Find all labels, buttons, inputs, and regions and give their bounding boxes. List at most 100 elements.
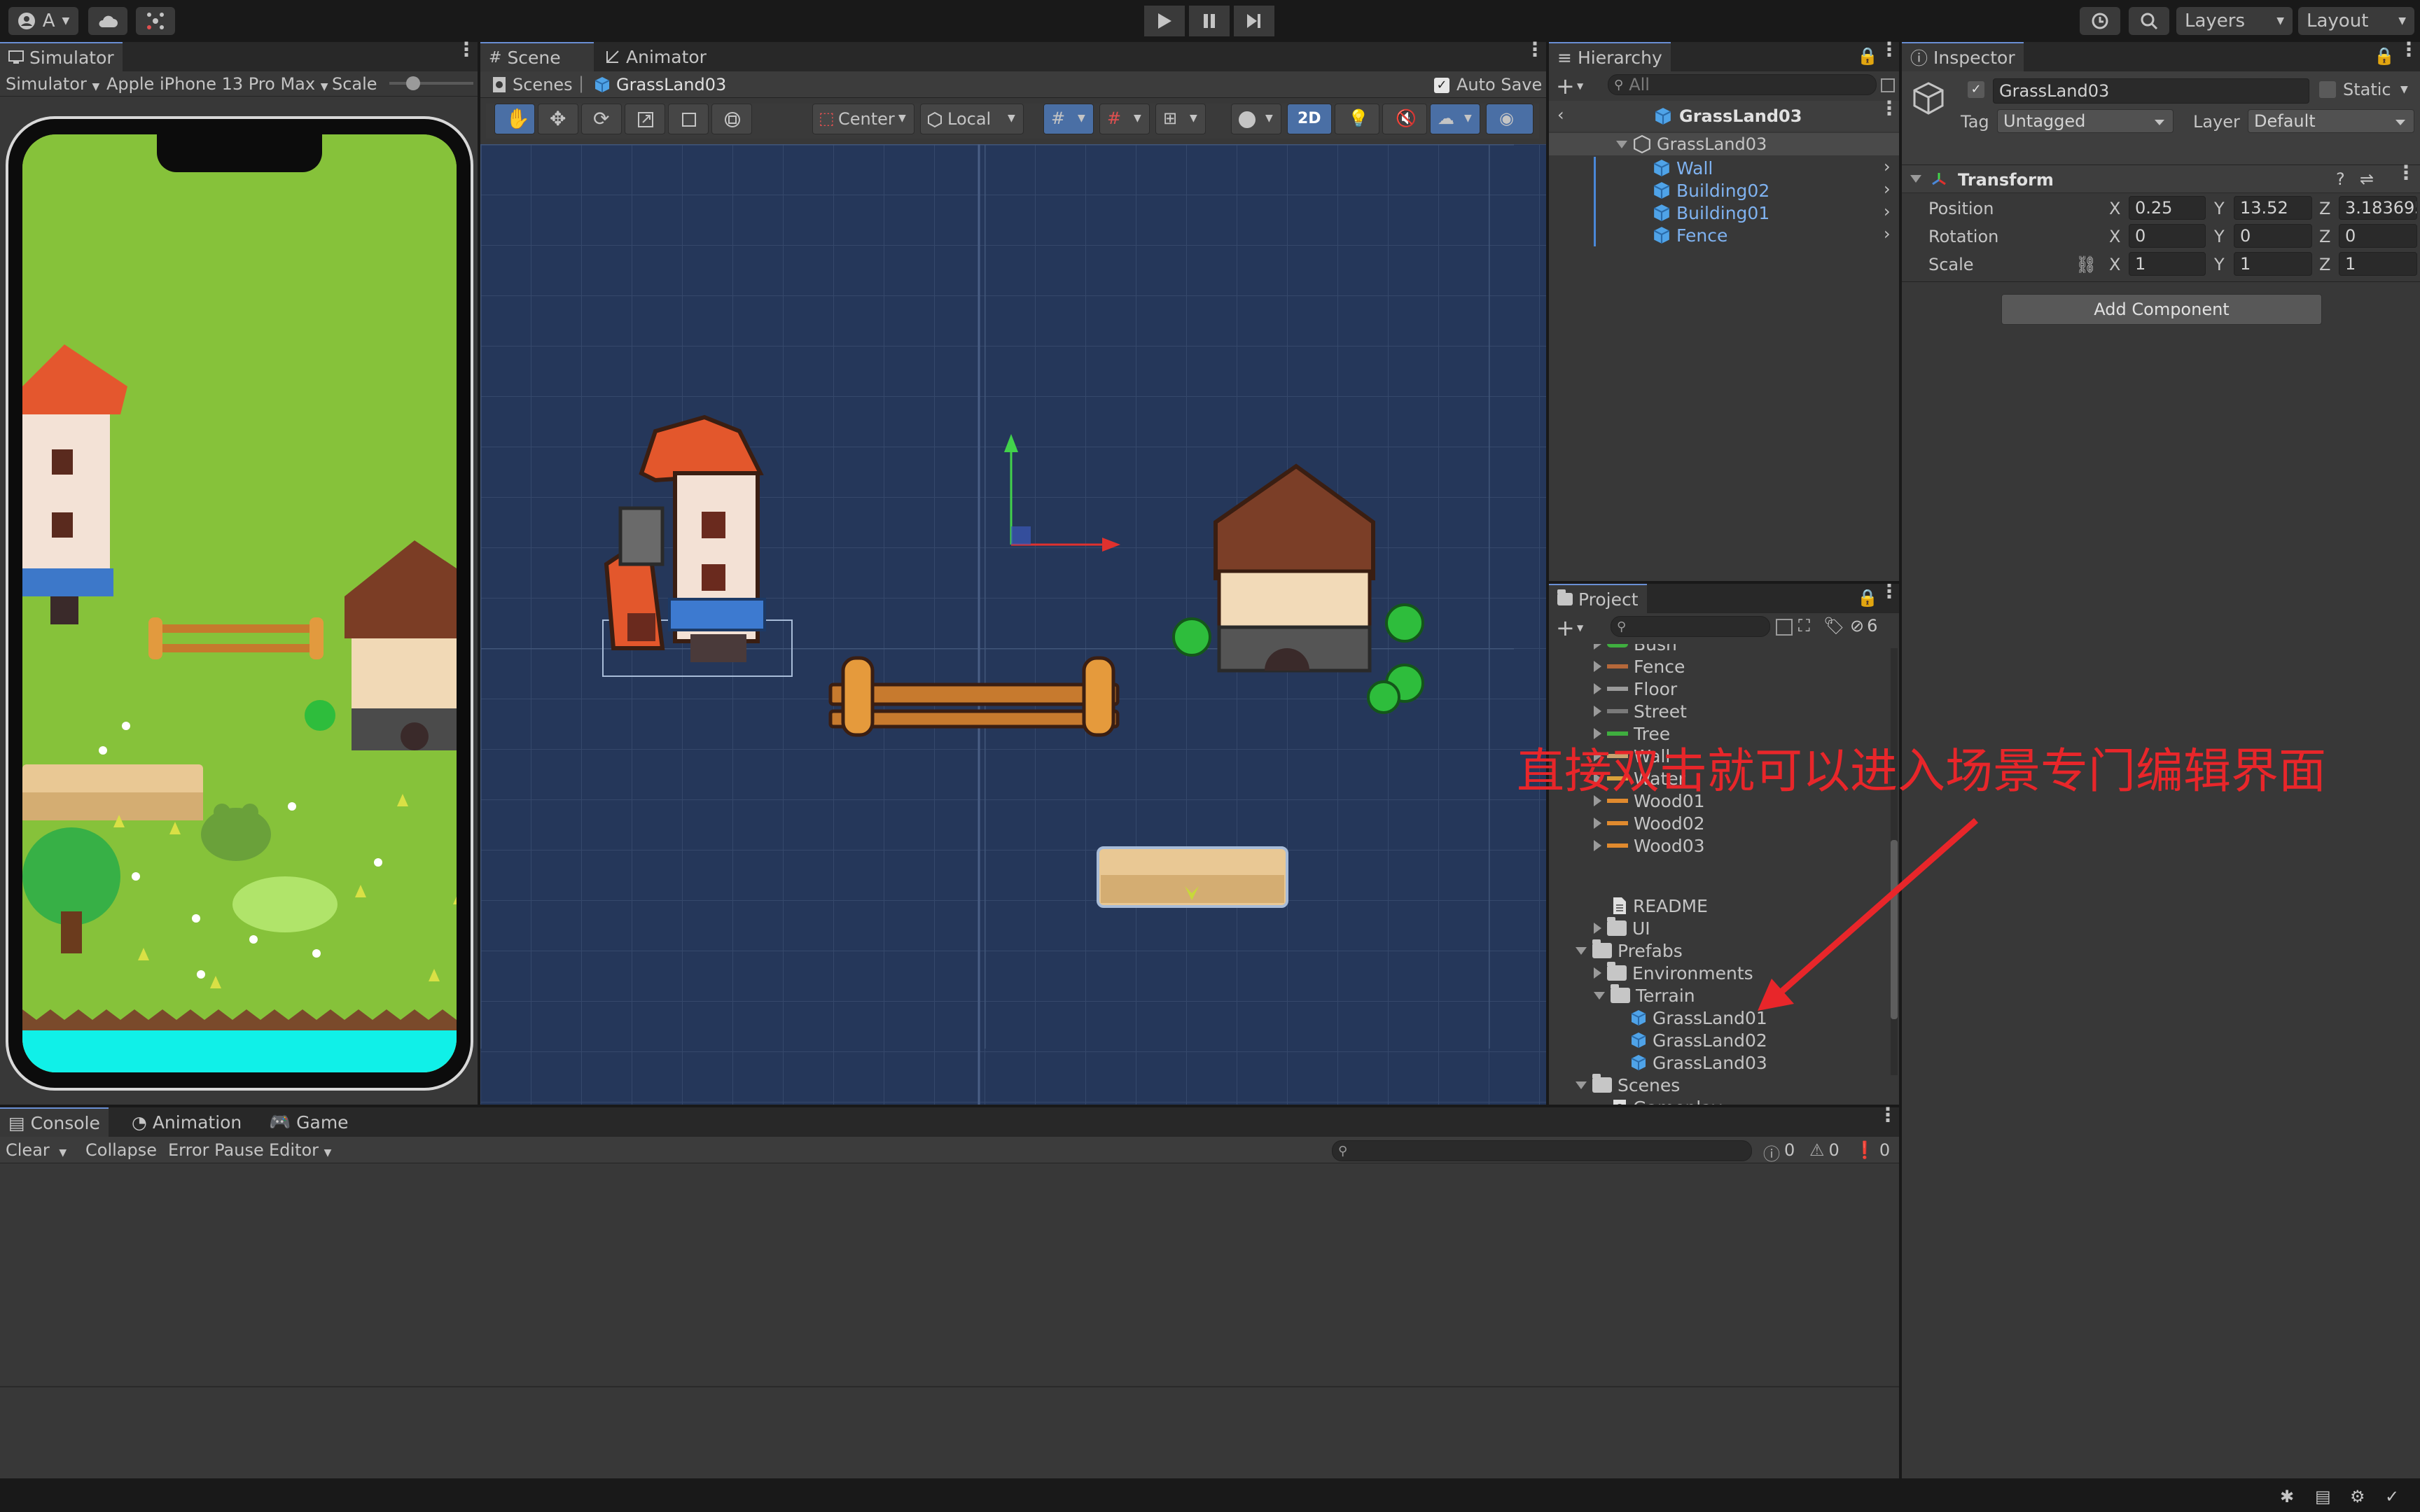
expand-arrow-icon[interactable] [1616, 141, 1627, 148]
lighting-button[interactable]: 💡 [1335, 104, 1379, 134]
pause-button[interactable] [1189, 6, 1230, 36]
hierarchy-item-wall[interactable]: Wall [1653, 157, 1713, 179]
mode-2d-button[interactable]: 2D [1287, 104, 1332, 134]
transform-y-field[interactable]: 1 [2234, 252, 2312, 276]
tab-hierarchy[interactable]: ≡ Hierarchy [1549, 42, 1671, 71]
kebab-menu-icon[interactable]: ⋮ [1525, 40, 1545, 59]
error-pause-button[interactable]: Error Pause [168, 1140, 264, 1160]
tab-game[interactable]: 🎮 Game [260, 1107, 357, 1137]
bug-icon[interactable]: ✱ [2280, 1487, 2294, 1506]
transform-tool-button[interactable] [711, 104, 752, 134]
transform-z-field[interactable]: 0 [2339, 224, 2417, 248]
kebab-menu-icon[interactable]: ⋮ [1878, 1105, 1898, 1125]
project-folder-scenes[interactable]: Scenes [1576, 1074, 1680, 1096]
project-item-grassland02[interactable]: GrassLand02 [1630, 1029, 1767, 1051]
breadcrumb-scenes[interactable]: Scenes [492, 75, 573, 94]
back-chevron-icon[interactable]: ‹ [1557, 105, 1564, 125]
simulator-mode-dropdown[interactable]: Simulator ▼ [6, 74, 99, 94]
collapse-arrow-icon[interactable] [1910, 175, 1921, 183]
play-button[interactable] [1144, 6, 1185, 36]
chevron-right-icon[interactable]: › [1884, 224, 1891, 244]
scene-search-icon[interactable] [1881, 78, 1895, 92]
transform-y-field[interactable]: 0 [2234, 224, 2312, 248]
auto-save-checkbox[interactable]: ✓ [1434, 78, 1449, 93]
auto-generate-icon[interactable]: ⚙ [2350, 1487, 2365, 1506]
scene-viewport[interactable] [480, 144, 1546, 1105]
device-dropdown[interactable]: Apple iPhone 13 Pro Max ▼ [106, 74, 328, 94]
tab-animator[interactable]: Animator [597, 42, 715, 71]
account-dropdown[interactable]: A ▼ [8, 7, 78, 35]
effects-button[interactable]: ☁ ▼ [1430, 104, 1480, 134]
help-icon[interactable]: ? [2336, 169, 2345, 189]
grid-visibility-button[interactable]: # ▼ [1099, 104, 1150, 134]
transform-z-field[interactable]: 3.183695 [2339, 196, 2417, 220]
project-item-floor[interactable]: Floor [1594, 678, 1677, 700]
audio-button[interactable]: 🔇 [1382, 104, 1427, 134]
project-folder-prefabs[interactable]: Prefabs [1576, 939, 1683, 962]
static-checkbox[interactable] [2319, 81, 2336, 98]
lock-icon[interactable]: 🔒 [1857, 46, 1878, 66]
breadcrumb-grassland[interactable]: GrassLand03 [594, 75, 726, 94]
project-item-gameplay[interactable]: Gameplay [1612, 1096, 1722, 1105]
move-tool-button[interactable]: ✥ [538, 104, 578, 134]
collab-button[interactable] [136, 7, 175, 35]
project-item-wood03[interactable]: Wood03 [1594, 834, 1705, 857]
preset-icon[interactable]: ⇌ [2360, 169, 2374, 189]
cloud-button[interactable] [88, 7, 127, 35]
tab-project[interactable]: Project [1549, 584, 1647, 613]
log-filter-toggle[interactable]: ⓘ 0 [1763, 1140, 1795, 1165]
project-item-readme[interactable]: README [1612, 895, 1708, 917]
kebab-menu-icon[interactable]: ⋮ [1879, 99, 1899, 118]
step-button[interactable] [1234, 6, 1274, 36]
chevron-right-icon[interactable]: › [1884, 202, 1891, 221]
clear-button[interactable]: Clear ▼ [6, 1140, 67, 1160]
filter-type-icon[interactable]: ⛶ [1798, 616, 1810, 636]
error-filter-toggle[interactable]: ❗ 0 [1854, 1140, 1890, 1160]
project-item-grassland03[interactable]: GrassLand03 [1630, 1051, 1767, 1074]
expand-arrow-icon[interactable] [1594, 840, 1601, 851]
add-component-button[interactable]: Add Component [2001, 294, 2322, 325]
layout-dropdown[interactable]: Layout ▼ [2298, 7, 2414, 35]
scale-slider[interactable] [389, 82, 473, 85]
hierarchy-item-building02[interactable]: Building02 [1653, 179, 1769, 202]
scale-slider-handle[interactable] [406, 76, 420, 90]
transform-z-field[interactable]: 1 [2339, 252, 2417, 276]
hand-tool-button[interactable]: ✋ [494, 104, 535, 134]
history-button[interactable] [2080, 7, 2120, 35]
increment-snap-button[interactable]: ⊞ ▼ [1155, 104, 1206, 134]
scale-tool-button[interactable] [625, 104, 665, 134]
warning-filter-toggle[interactable]: ⚠ 0 [1809, 1140, 1840, 1160]
grid-snap-button[interactable]: # ▼ [1043, 104, 1094, 134]
kebab-menu-icon[interactable]: ⋮ [1879, 584, 1899, 601]
status-check-icon[interactable]: ✓ [2385, 1487, 2399, 1506]
kebab-menu-icon[interactable]: ⋮ [1879, 40, 1899, 59]
tab-animation[interactable]: ◔ Animation [123, 1107, 250, 1137]
hierarchy-item-fence[interactable]: Fence [1653, 224, 1727, 246]
expand-arrow-icon[interactable] [1594, 818, 1601, 829]
space-dropdown[interactable]: Local ▼ [920, 104, 1024, 134]
tab-console[interactable]: ▤ Console [0, 1107, 109, 1137]
hidden-packages-toggle[interactable]: ⊘ 6 [1850, 616, 1877, 636]
filter-label-icon[interactable]: 🏷 [1823, 616, 1844, 636]
transform-x-field[interactable]: 0.25 [2129, 196, 2206, 220]
chevron-right-icon[interactable]: › [1884, 179, 1891, 199]
collapse-button[interactable]: Collapse [85, 1140, 157, 1160]
hierarchy-search-input[interactable]: ⚲ All [1608, 74, 1877, 95]
console-splitter[interactable] [0, 1386, 1899, 1387]
project-item-wood02[interactable]: Wood02 [1594, 812, 1705, 834]
project-folder-ui[interactable]: UI [1594, 917, 1650, 939]
project-folder-terrain[interactable]: Terrain [1594, 984, 1695, 1007]
layer-dropdown[interactable]: Default [2248, 109, 2414, 133]
tab-simulator[interactable]: Simulator [0, 42, 123, 71]
kebab-menu-icon[interactable]: ⋮ [457, 40, 476, 59]
search-scope-icon[interactable] [1776, 619, 1793, 636]
transform-x-field[interactable]: 0 [2129, 224, 2206, 248]
chevron-down-icon[interactable]: ▼ [2400, 84, 2408, 95]
project-item-street[interactable]: Street [1594, 700, 1687, 722]
expand-arrow-icon[interactable] [1594, 661, 1601, 672]
layers-dropdown[interactable]: Layers ▼ [2176, 7, 2293, 35]
lock-icon[interactable]: 🔒 [1857, 588, 1878, 608]
console-search-input[interactable]: ⚲ [1332, 1140, 1752, 1161]
transform-x-field[interactable]: 1 [2129, 252, 2206, 276]
project-search-input[interactable]: ⚲ [1611, 616, 1770, 637]
